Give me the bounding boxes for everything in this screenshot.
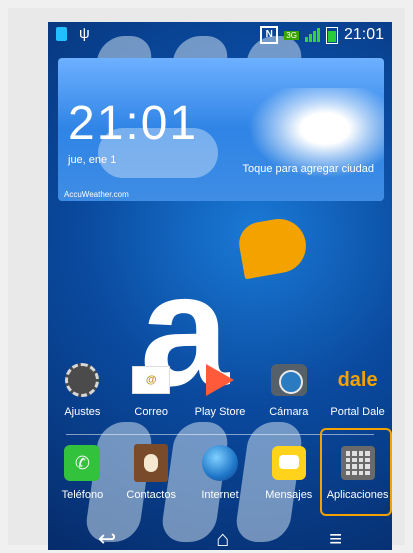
status-bar: ψ N 3G 21:01 — [48, 22, 392, 48]
home-button[interactable]: ⌂ — [216, 526, 229, 550]
menu-button[interactable]: ≡ — [329, 526, 342, 550]
navigation-bar: ↩ ⌂ ≡ — [48, 524, 392, 550]
status-left: ψ — [56, 25, 90, 42]
phone-icon: ✆ — [64, 445, 101, 481]
status-right: N 3G 21:01 — [260, 26, 384, 44]
app-label: Cámara — [269, 406, 309, 418]
app-mensajes[interactable]: Mensajes — [256, 443, 322, 501]
app-contactos[interactable]: Contactos — [118, 443, 184, 501]
app-label: Contactos — [126, 489, 176, 501]
app-play-store[interactable]: Play Store — [187, 360, 253, 418]
contacts-icon — [134, 444, 169, 482]
gear-icon — [65, 363, 100, 397]
app-telefono[interactable]: ✆ Teléfono — [49, 443, 115, 501]
widget-time: 21:01 — [68, 97, 199, 150]
sim-icon — [56, 27, 67, 41]
usb-icon: ψ — [79, 25, 90, 42]
messages-icon — [271, 446, 306, 480]
apps-highlight-box — [320, 428, 392, 516]
add-city-prompt[interactable]: Toque para agregar ciudad — [243, 163, 374, 175]
app-label: Correo — [134, 406, 168, 418]
app-internet[interactable]: Internet — [187, 443, 253, 501]
globe-icon — [201, 445, 238, 481]
app-camara[interactable]: Cámara — [256, 360, 322, 418]
app-label: Ajustes — [64, 406, 101, 418]
phone-screen: ψ N 3G 21:01 21:01 jue, ene 1 Toque para… — [48, 22, 392, 550]
app-label: Mensajes — [265, 489, 313, 501]
weather-provider: AccuWeather.com — [64, 190, 129, 199]
app-label: Teléfono — [61, 489, 104, 501]
back-button[interactable]: ↩ — [98, 526, 116, 550]
app-portal-dale[interactable]: dale Portal Dale — [325, 360, 391, 419]
camera-icon — [270, 364, 307, 396]
signal-icon — [304, 28, 320, 42]
home-apps-row: Ajustes @ Correo Play Store Cámara dale … — [48, 360, 392, 418]
app-label: Portal Dale — [330, 406, 385, 418]
weather-widget[interactable]: 21:01 jue, ene 1 Toque para agregar ciud… — [58, 58, 384, 201]
status-time: 21:01 — [343, 26, 384, 43]
app-correo[interactable]: @ Correo — [118, 360, 184, 418]
network-type: 3G — [284, 30, 299, 40]
nfc-icon: N — [260, 26, 279, 44]
app-label: Play Store — [194, 406, 246, 418]
battery-icon — [325, 26, 338, 44]
play-store-icon — [205, 364, 234, 396]
app-label: Internet — [201, 489, 239, 501]
dale-icon: dale — [337, 368, 378, 391]
logo-accent-shape — [235, 214, 311, 280]
widget-date: jue, ene 1 — [68, 154, 117, 166]
app-ajustes[interactable]: Ajustes — [49, 360, 115, 418]
mail-icon: @ — [132, 366, 171, 394]
